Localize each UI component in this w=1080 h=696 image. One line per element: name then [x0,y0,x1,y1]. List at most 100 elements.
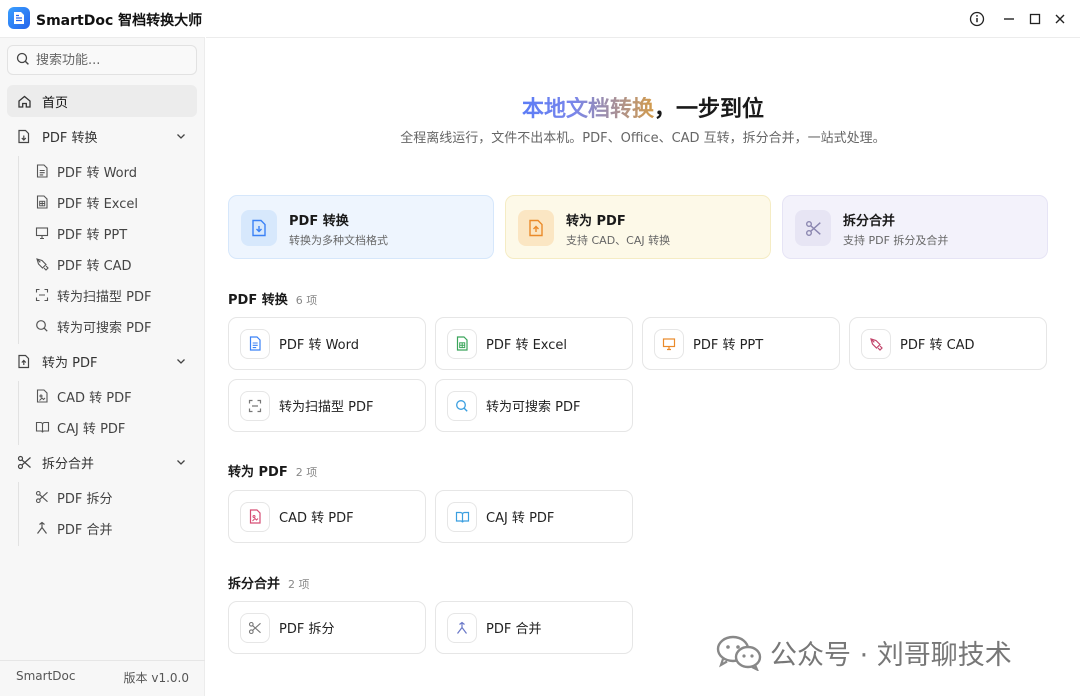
tool-label: 转为扫描型 PDF [279,400,374,415]
tool-pdf-merge[interactable]: PDF 合并 [435,601,633,654]
category-title: 拆分合并 [843,214,896,229]
section-count: 2 项 [295,466,318,479]
tool-label: PDF 转 Excel [486,338,568,353]
sidebar-group-label: PDF 转换 [42,130,98,146]
scissors-icon [240,612,270,643]
window-title: SmartDoc 智档转换大师 [36,13,203,29]
scan-icon [34,287,50,303]
sidebar-item-home[interactable]: 首页 [7,85,197,117]
sidebar-item-label: PDF 转 Word [57,165,138,181]
merge-icon [34,520,50,536]
tool-caj-to-pdf[interactable]: CAJ 转 PDF [435,490,633,543]
file-export-icon [16,128,32,144]
title-highlight: 本地文档转换 [521,97,654,122]
watermark: 公众号 · 刘哥聊技术 [716,633,1012,672]
sidebar: 首页 PDF 转换 PDF 转 Word PDF 转 Excel PDF 转 P… [0,37,205,696]
tree-line [18,381,19,445]
category-desc: 转换为多种文档格式 [289,234,388,247]
page-subtitle: 全程离线运行，文件不出本机。PDF、Office、CAD 互转，拆分合并，一站式… [400,131,886,146]
page-title: 本地文档转换，一步到位 [206,91,1080,123]
sidebar-item-pdf-split[interactable]: PDF 拆分 [30,483,197,511]
tool-to-searchable-pdf[interactable]: 转为可搜索 PDF [435,379,633,432]
sidebar-group-label: 转为 PDF [42,355,98,371]
maximize-icon[interactable] [1022,6,1048,32]
sidebar-item-label: PDF 拆分 [57,491,113,507]
category-card-pdf-convert[interactable]: PDF 转换 转换为多种文档格式 [228,195,494,259]
scan-icon [240,390,270,421]
search-icon [34,318,50,334]
minimize-icon[interactable] [996,6,1022,32]
search-input[interactable] [36,52,186,68]
sidebar-item-pdf-to-excel[interactable]: PDF 转 Excel [30,188,197,216]
sidebar-footer: SmartDoc 版本 v1.0.0 [0,660,205,696]
sidebar-item-label: 转为扫描型 PDF [57,289,152,305]
watermark-text: 公众号 · 刘哥聊技术 [770,640,1012,671]
main-content: 本地文档转换，一步到位 全程离线运行，文件不出本机。PDF、Office、CAD… [206,37,1080,696]
wechat-icon [716,635,762,672]
tool-label: PDF 拆分 [279,622,335,637]
search-icon [447,390,477,421]
sidebar-item-label: PDF 转 CAD [57,258,132,274]
sidebar-item-pdf-to-ppt[interactable]: PDF 转 PPT [30,219,197,247]
sidebar-item-label: CAD 转 PDF [57,390,132,406]
presentation-icon [654,328,684,359]
sidebar-item-label: PDF 转 Excel [57,196,139,212]
scissors-icon [16,454,32,470]
tool-to-scanned-pdf[interactable]: 转为扫描型 PDF [228,379,426,432]
tool-label: 转为可搜索 PDF [486,400,581,415]
file-export-icon [241,210,277,246]
tool-pdf-to-word[interactable]: PDF 转 Word [228,317,426,370]
sidebar-item-label: 转为可搜索 PDF [57,320,152,336]
book-open-icon [447,501,477,532]
section-count: 2 项 [288,578,310,591]
tool-pdf-to-excel[interactable]: PDF 转 Excel [435,317,633,370]
sidebar-item-cad-to-pdf[interactable]: CAD 转 PDF [30,382,197,410]
category-desc: 支持 PDF 拆分及合并 [843,234,949,247]
tool-label: CAJ 转 PDF [486,511,555,526]
tree-line [18,156,19,344]
home-icon [16,93,32,109]
sidebar-item-to-scanned-pdf[interactable]: 转为扫描型 PDF [30,281,197,309]
file-image-icon [34,388,50,404]
scissors-icon [795,210,831,246]
tool-pdf-to-cad[interactable]: PDF 转 CAD [849,317,1047,370]
section-title-text: 转为 PDF [228,465,288,480]
file-image-icon [240,501,270,532]
search-icon [16,51,30,70]
sidebar-item-pdf-to-cad[interactable]: PDF 转 CAD [30,250,197,278]
sidebar-group-split-merge[interactable]: 拆分合并 [7,446,197,478]
tool-pdf-split[interactable]: PDF 拆分 [228,601,426,654]
close-icon[interactable] [1047,6,1073,32]
search-box[interactable] [7,45,197,75]
info-icon[interactable] [964,6,990,32]
sidebar-group-pdf-convert[interactable]: PDF 转换 [7,120,197,152]
sidebar-item-pdf-merge[interactable]: PDF 合并 [30,514,197,542]
category-card-to-pdf[interactable]: 转为 PDF 支持 CAD、CAJ 转换 [505,195,771,259]
footer-version: 版本 v1.0.0 [123,671,189,685]
title-rest: ，一步到位 [654,97,765,122]
section-title-text: 拆分合并 [228,577,281,592]
tool-pdf-to-ppt[interactable]: PDF 转 PPT [642,317,840,370]
tool-label: PDF 转 CAD [900,338,975,353]
category-card-split-merge[interactable]: 拆分合并 支持 PDF 拆分及合并 [782,195,1048,259]
scissors-icon [34,489,50,505]
sidebar-item-label: PDF 转 PPT [57,227,128,243]
section-title-split-merge: 拆分合并 2 项 [228,573,310,592]
category-title: PDF 转换 [289,214,349,229]
sidebar-item-label: 首页 [42,95,69,111]
section-title-to-pdf: 转为 PDF 2 项 [228,461,317,480]
footer-app-name: SmartDoc [16,669,76,683]
sidebar-group-to-pdf[interactable]: 转为 PDF [7,345,197,377]
pen-tool-icon [34,256,50,272]
merge-icon [447,612,477,643]
book-open-icon [34,419,50,435]
chevron-down-icon [175,130,187,146]
chevron-down-icon [175,456,187,472]
file-spreadsheet-icon [34,194,50,210]
tool-cad-to-pdf[interactable]: CAD 转 PDF [228,490,426,543]
app-logo-icon [8,7,30,29]
sidebar-item-pdf-to-word[interactable]: PDF 转 Word [30,157,197,185]
sidebar-item-to-searchable-pdf[interactable]: 转为可搜索 PDF [30,312,197,340]
sidebar-item-label: PDF 合并 [57,522,113,538]
sidebar-item-caj-to-pdf[interactable]: CAJ 转 PDF [30,413,197,441]
